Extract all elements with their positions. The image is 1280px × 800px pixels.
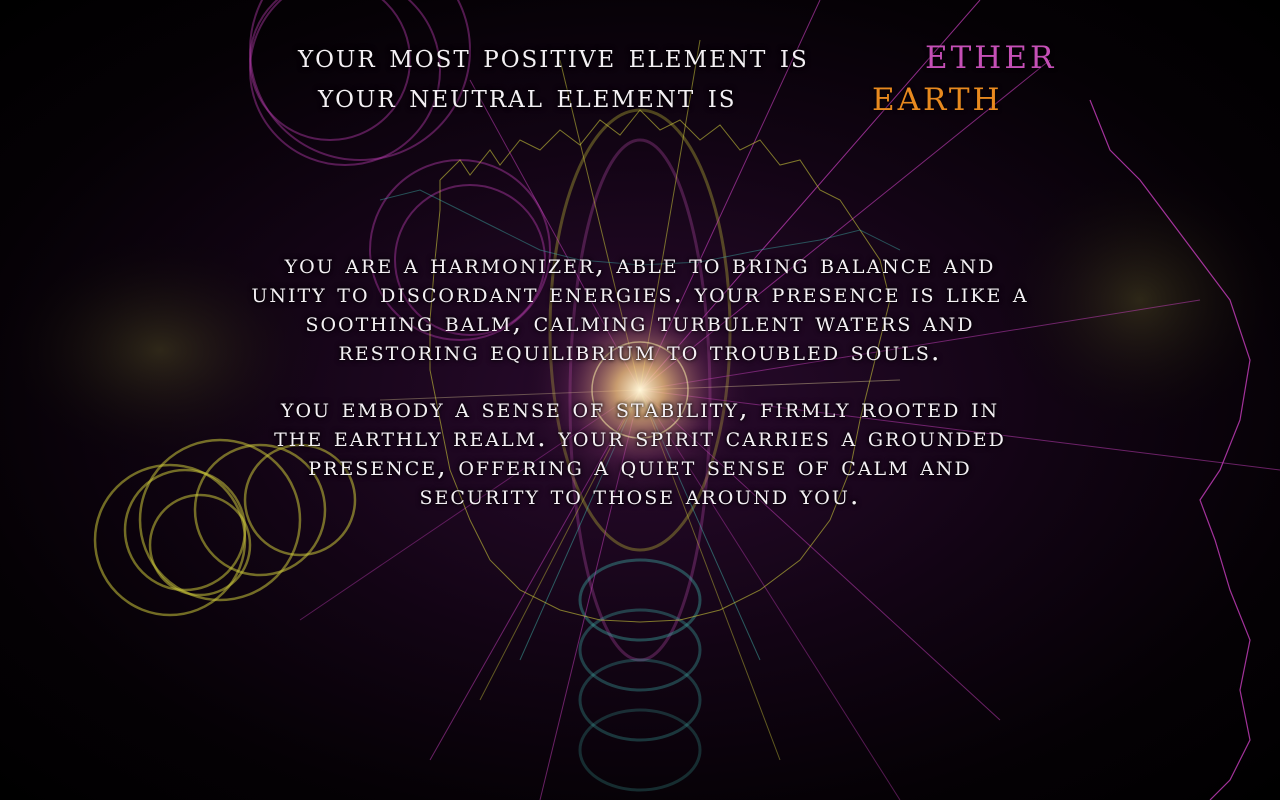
neutral-element-value: Earth	[872, 70, 1003, 121]
paragraph-1-line: soothing balm, calming turbulent waters …	[305, 307, 975, 338]
positive-element-label: Your most positive element is	[298, 36, 809, 75]
paragraph-1-line: You are a harmonizer, able to bring bala…	[284, 249, 996, 280]
paragraph-1-line: unity to discordant energies. Your prese…	[251, 278, 1029, 309]
result-screen: Your most positive element is Ether Your…	[0, 0, 1280, 800]
paragraph-1-line: restoring equilibrium to troubled souls.	[338, 336, 942, 367]
paragraph-2-line: security to those around you.	[419, 480, 861, 511]
paragraph-2-line: presence, offering a quiet sense of calm…	[308, 451, 972, 482]
description-paragraph-2: You embody a sense of stability, firmly …	[0, 394, 1280, 510]
paragraph-2-line: the earthly realm. Your spirit carries a…	[274, 422, 1006, 453]
description-paragraph-1: You are a harmonizer, able to bring bala…	[0, 250, 1280, 366]
neutral-element-label: Your neutral element is	[318, 76, 737, 115]
paragraph-2-line: You embody a sense of stability, firmly …	[280, 393, 1000, 424]
